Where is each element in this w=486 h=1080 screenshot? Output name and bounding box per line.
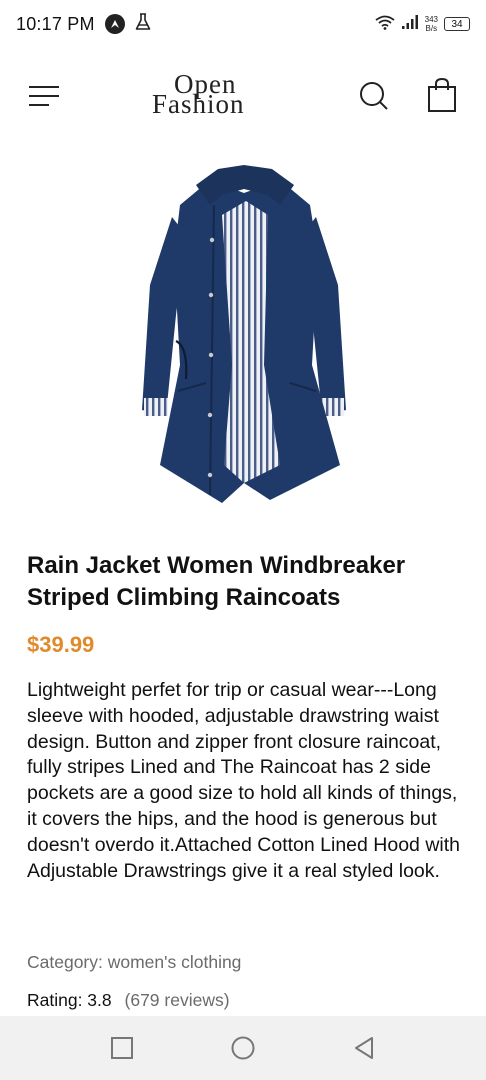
back-button[interactable] xyxy=(350,1034,378,1062)
brand-line2: Fashion xyxy=(152,89,245,119)
shopping-bag-button[interactable] xyxy=(424,76,460,114)
rating-value: Rating: 3.8 xyxy=(27,990,112,1010)
home-circle-icon xyxy=(231,1036,255,1060)
net-speed-value: 343 xyxy=(424,15,438,24)
product-rating: Rating: 3.8 (679 reviews) xyxy=(27,990,230,1011)
product-category: Category: women's clothing xyxy=(27,952,242,972)
lab-flask-icon xyxy=(135,12,151,36)
hamburger-menu-icon xyxy=(29,86,59,106)
recents-square-icon xyxy=(111,1037,133,1059)
status-left: 10:17 PM xyxy=(16,12,151,36)
recents-button[interactable] xyxy=(108,1034,136,1062)
menu-button[interactable] xyxy=(24,80,64,112)
status-bar: 10:17 PM 343 B/s 34 xyxy=(0,0,486,48)
net-speed: 343 B/s xyxy=(425,15,438,33)
status-right: 343 B/s 34 xyxy=(375,14,470,35)
battery-icon: 34 xyxy=(444,17,470,31)
back-triangle-icon xyxy=(355,1037,373,1059)
product-title: Rain Jacket Women Windbreaker Striped Cl… xyxy=(27,552,406,611)
product-description: Lightweight perfet for trip or casual we… xyxy=(27,679,460,882)
brand-logo[interactable]: Open Fashion xyxy=(150,68,265,124)
app-header: Open Fashion xyxy=(0,60,486,132)
jacket-illustration xyxy=(142,165,346,503)
system-nav-bar xyxy=(0,1016,486,1080)
shopping-bag-icon xyxy=(428,77,456,112)
net-speed-unit: B/s xyxy=(425,24,438,33)
signal-icon xyxy=(401,14,419,35)
product-image[interactable] xyxy=(140,165,350,510)
status-time: 10:17 PM xyxy=(16,13,95,34)
nav-arrow-icon xyxy=(104,14,125,34)
search-icon xyxy=(360,82,388,110)
home-button[interactable] xyxy=(229,1034,257,1062)
review-count: (679 reviews) xyxy=(124,990,230,1010)
search-button[interactable] xyxy=(356,78,392,114)
battery-level: 34 xyxy=(451,18,463,30)
product-price: $39.99 xyxy=(27,632,95,657)
wifi-icon xyxy=(375,14,395,35)
